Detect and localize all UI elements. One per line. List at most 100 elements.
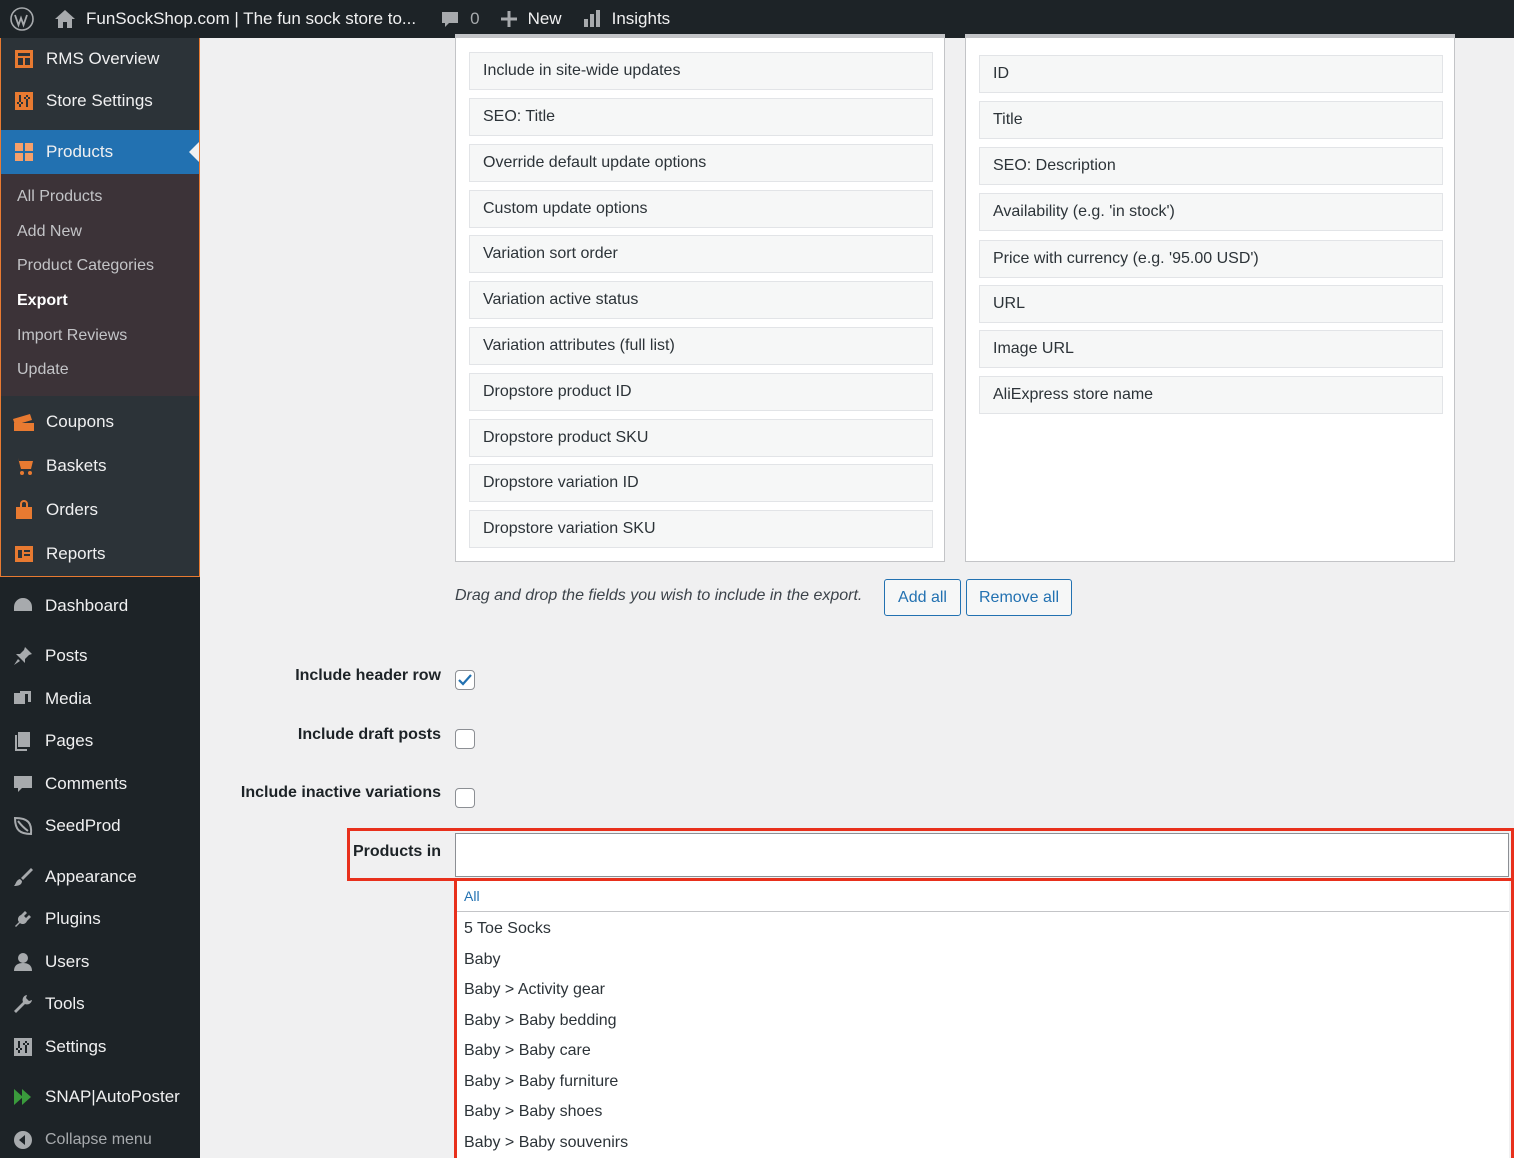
submenu-add-new[interactable]: Add New [1, 215, 199, 250]
comments-count: 0 [470, 9, 480, 28]
baskets-icon [11, 453, 37, 479]
reports-icon [11, 541, 37, 567]
submenu-product-categories[interactable]: Product Categories [1, 249, 199, 284]
menu-label: Plugins [45, 909, 101, 929]
admin-bar: FunSockShop.com | The fun sock store to.… [0, 0, 1514, 38]
field-item[interactable]: SEO: Title [469, 98, 933, 136]
menu-reports[interactable]: Reports [1, 532, 199, 576]
plus-icon [500, 11, 517, 27]
menu-pages[interactable]: Pages [0, 720, 200, 763]
menu-media[interactable]: Media [0, 678, 200, 721]
include-draft-posts-checkbox[interactable] [455, 729, 475, 749]
new-content-menu[interactable]: New [490, 0, 572, 38]
menu-products[interactable]: Products [1, 130, 199, 174]
menu-rms-overview[interactable]: RMS Overview [1, 38, 199, 80]
menu-dashboard[interactable]: Dashboard [0, 585, 200, 628]
menu-users[interactable]: Users [0, 941, 200, 984]
field-item[interactable]: Include in site-wide updates [469, 52, 933, 90]
dropdown-option[interactable]: Baby [457, 945, 1509, 976]
field-item[interactable]: Custom update options [469, 190, 933, 228]
admin-sidebar: RMS Overview Store Settings Products All… [0, 38, 200, 1158]
field-item[interactable]: SEO: Description [979, 147, 1443, 185]
include-inactive-variations-checkbox[interactable] [455, 788, 475, 808]
menu-appearance[interactable]: Appearance [0, 856, 200, 899]
field-item[interactable]: Variation active status [469, 281, 933, 319]
field-item[interactable]: Image URL [979, 330, 1443, 368]
comments-link[interactable]: 0 [426, 0, 489, 38]
submenu-update[interactable]: Update [1, 353, 199, 388]
menu-store-settings[interactable]: Store Settings [1, 80, 199, 122]
pages-icon [10, 728, 36, 754]
menu-plugins[interactable]: Plugins [0, 898, 200, 941]
remove-all-button[interactable]: Remove all [966, 579, 1072, 616]
field-item[interactable]: Dropstore product ID [469, 373, 933, 411]
plugin-plug-icon [10, 906, 36, 932]
field-item[interactable]: Variation attributes (full list) [469, 327, 933, 365]
site-name-link[interactable]: FunSockShop.com | The fun sock store to.… [44, 0, 426, 38]
rms-menu-group: RMS Overview Store Settings Products All… [0, 38, 200, 577]
menu-label: Media [45, 688, 92, 708]
include-inactive-variations-label: Include inactive variations [240, 784, 441, 801]
dropdown-option[interactable]: Baby > Baby furniture [457, 1067, 1509, 1098]
dropdown-option[interactable]: Baby > Baby bedding [457, 1006, 1509, 1037]
field-item[interactable]: Availability (e.g. 'in stock') [979, 193, 1443, 231]
insights-label: Insights [611, 9, 671, 28]
collapse-arrow-icon [10, 1127, 36, 1153]
menu-label: Orders [46, 499, 98, 519]
submenu-import-reviews[interactable]: Import Reviews [1, 318, 199, 353]
field-item[interactable]: Dropstore variation ID [469, 464, 933, 502]
home-icon [55, 10, 75, 28]
dropdown-option[interactable]: 5 Toe Socks [457, 914, 1509, 945]
menu-label: Products [46, 142, 114, 161]
field-item[interactable]: Price with currency (e.g. '95.00 USD') [979, 240, 1443, 278]
field-item[interactable]: ID [979, 55, 1443, 93]
menu-label: Pages [45, 731, 94, 751]
menu-label: RMS Overview [46, 49, 160, 68]
menu-seedprod[interactable]: SeedProd [0, 805, 200, 848]
include-draft-posts-label: Include draft posts [297, 726, 441, 743]
comment-bubble-icon [10, 771, 36, 797]
dropdown-option[interactable]: Baby > Baby souvenirs [457, 1128, 1509, 1158]
field-item[interactable]: Override default update options [469, 144, 933, 182]
menu-coupons[interactable]: Coupons [1, 400, 199, 444]
field-item[interactable]: Dropstore variation SKU [469, 510, 933, 548]
collapse-menu-button[interactable]: Collapse menu [0, 1119, 200, 1158]
comment-bubble-icon [442, 12, 459, 27]
menu-label: Posts [45, 646, 88, 666]
insights-menu[interactable]: Insights [572, 0, 681, 38]
menu-orders[interactable]: Orders [1, 488, 199, 532]
wp-menu-group: Dashboard Posts Media Pages Comments See… [0, 577, 200, 1158]
menu-settings[interactable]: Settings [0, 1026, 200, 1069]
products-in-select[interactable] [455, 833, 1509, 877]
menu-label: Comments [45, 773, 128, 793]
snap-arrows-icon [10, 1084, 36, 1110]
include-header-row-checkbox[interactable] [455, 670, 475, 690]
add-all-button[interactable]: Add all [884, 579, 961, 616]
wordpress-logo-icon[interactable] [0, 0, 44, 38]
field-item[interactable]: URL [979, 285, 1443, 323]
dropdown-option[interactable]: Baby > Activity gear [457, 975, 1509, 1006]
menu-label: Coupons [46, 411, 115, 431]
submenu-all-products[interactable]: All Products [1, 180, 199, 215]
field-item[interactable]: Dropstore product SKU [469, 419, 933, 457]
menu-label: Users [45, 951, 90, 971]
paintbrush-icon [10, 864, 36, 890]
menu-baskets[interactable]: Baskets [1, 444, 199, 488]
orders-bag-icon [11, 497, 37, 523]
coupons-icon [11, 409, 37, 435]
submenu-export[interactable]: Export [1, 284, 199, 319]
field-item[interactable]: Variation sort order [469, 235, 933, 273]
menu-posts[interactable]: Posts [0, 635, 200, 678]
dropdown-option-all[interactable]: All [457, 881, 1509, 912]
menu-snap-autoposter[interactable]: SNAP|AutoPoster [0, 1076, 200, 1119]
menu-tools[interactable]: Tools [0, 983, 200, 1026]
field-item[interactable]: Title [979, 101, 1443, 139]
drag-drop-hint: Drag and drop the fields you wish to inc… [455, 587, 863, 604]
field-item[interactable]: AliExpress store name [979, 376, 1443, 414]
dropdown-option[interactable]: Baby > Baby care [457, 1036, 1509, 1067]
checkmark-icon [458, 674, 472, 686]
menu-comments[interactable]: Comments [0, 763, 200, 806]
products-in-dropdown: All 5 Toe Socks Baby Baby > Activity gea… [457, 881, 1509, 1158]
dropdown-option[interactable]: Baby > Baby shoes [457, 1097, 1509, 1128]
available-fields-list: Include in site-wide updates SEO: Title … [455, 34, 945, 562]
